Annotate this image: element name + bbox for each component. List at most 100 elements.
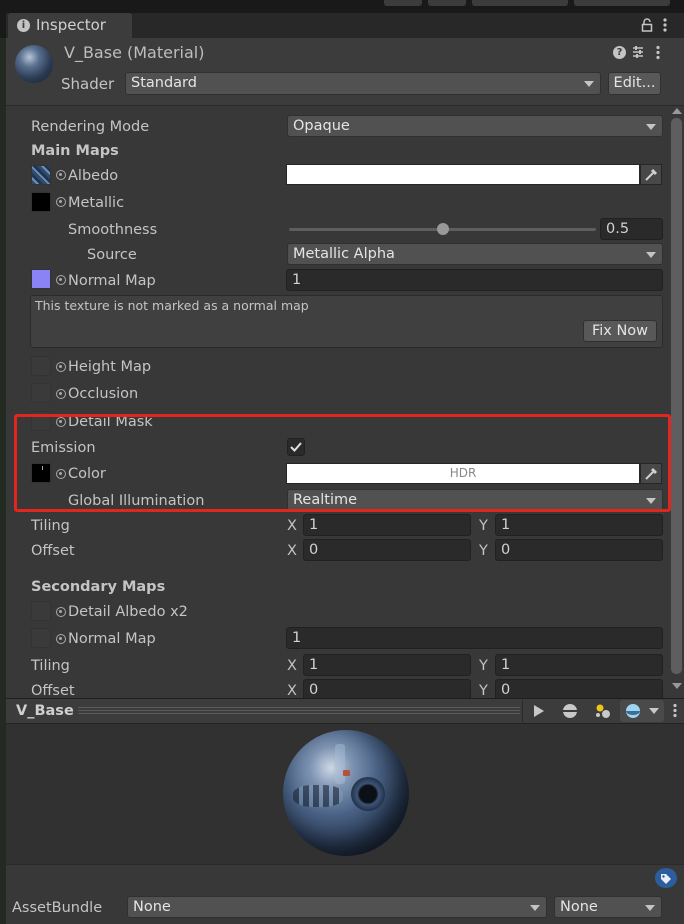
scroll-up-arrow[interactable] bbox=[672, 108, 682, 114]
chevron-down-icon bbox=[646, 124, 656, 130]
offset-label: Offset bbox=[31, 543, 75, 559]
secondary-tiling-label: Tiling bbox=[31, 658, 70, 674]
smoothness-value-field[interactable]: 0.5 bbox=[600, 218, 663, 240]
texture-picker-icon[interactable] bbox=[56, 389, 66, 399]
tiling-y-label: Y bbox=[479, 518, 488, 534]
chevron-down-icon bbox=[645, 905, 655, 911]
material-preview-sphere bbox=[283, 730, 409, 856]
secondary-offset-y-field[interactable]: 0 bbox=[495, 679, 663, 698]
fix-now-button[interactable]: Fix Now bbox=[583, 320, 657, 342]
albedo-texture-slot[interactable] bbox=[31, 165, 51, 185]
texture-picker-icon[interactable] bbox=[56, 607, 66, 617]
secondary-tiling-y-label: Y bbox=[479, 658, 488, 674]
secondary-offset-label: Offset bbox=[31, 683, 75, 698]
secondary-offset-y-label: Y bbox=[479, 683, 488, 698]
assetbundle-dropdown[interactable]: None bbox=[127, 896, 547, 918]
smoothness-slider-handle[interactable] bbox=[436, 223, 449, 235]
edit-shader-button[interactable]: Edit... bbox=[608, 72, 661, 95]
tab-inspector[interactable]: i Inspector bbox=[8, 13, 132, 38]
occlusion-texture-slot[interactable] bbox=[31, 383, 51, 403]
chevron-down-icon bbox=[646, 252, 656, 258]
preview-mesh-icon[interactable] bbox=[555, 700, 585, 722]
offset-x-field[interactable]: 0 bbox=[303, 539, 471, 561]
material-thumbnail bbox=[15, 45, 53, 83]
preview-lighting-icon[interactable] bbox=[588, 700, 618, 722]
texture-picker-icon[interactable] bbox=[56, 197, 66, 207]
metallic-texture-slot[interactable] bbox=[31, 192, 51, 212]
normal-map-warning-text: This texture is not marked as a normal m… bbox=[35, 298, 309, 313]
texture-picker-icon[interactable] bbox=[56, 634, 66, 644]
secondary-normal-label: Normal Map bbox=[68, 631, 156, 647]
assetbundle-value: None bbox=[133, 899, 171, 915]
preview-resize-handle[interactable] bbox=[78, 707, 520, 715]
material-name: V_Base (Material) bbox=[64, 43, 205, 62]
lock-icon[interactable] bbox=[641, 18, 653, 32]
texture-picker-icon[interactable] bbox=[56, 170, 66, 180]
assetbundle-variant-dropdown[interactable]: None bbox=[554, 896, 662, 918]
secondary-offset-row: Offset X 0 Y 0 bbox=[6, 676, 670, 698]
tab-menu-icon[interactable] bbox=[663, 17, 667, 33]
offset-x-label: X bbox=[287, 543, 297, 559]
normal-map-scale-field[interactable]: 1 bbox=[286, 269, 663, 291]
secondary-normal-texture-slot[interactable] bbox=[31, 628, 51, 648]
scrollbar-thumb[interactable] bbox=[671, 118, 682, 674]
texture-picker-icon[interactable] bbox=[56, 362, 66, 372]
top-strip-button[interactable] bbox=[428, 0, 466, 6]
shader-label: Shader bbox=[61, 75, 115, 93]
tiling-x-field[interactable]: 1 bbox=[303, 514, 471, 536]
source-dropdown[interactable]: Metallic Alpha bbox=[287, 243, 663, 265]
secondary-normal-scale-field[interactable]: 1 bbox=[286, 627, 663, 649]
preset-icon[interactable] bbox=[631, 45, 645, 59]
tiling-label: Tiling bbox=[31, 518, 70, 534]
normal-map-texture-slot[interactable] bbox=[31, 269, 51, 289]
secondary-tiling-x-label: X bbox=[287, 658, 297, 674]
main-maps-title: Main Maps bbox=[31, 143, 119, 159]
top-strip-button[interactable] bbox=[472, 0, 568, 6]
play-icon[interactable] bbox=[522, 700, 552, 722]
height-map-texture-slot[interactable] bbox=[31, 356, 51, 376]
texture-picker-icon[interactable] bbox=[56, 275, 66, 285]
assetbundle-variant-value: None bbox=[560, 899, 598, 915]
preview-background-dropdown[interactable] bbox=[620, 700, 664, 722]
top-strip-button[interactable] bbox=[574, 0, 670, 6]
offset-y-label: Y bbox=[479, 543, 488, 559]
chevron-down-icon bbox=[530, 905, 540, 911]
albedo-color-field[interactable] bbox=[286, 164, 640, 185]
rendering-mode-dropdown[interactable]: Opaque bbox=[287, 115, 663, 137]
assetbundle-label: AssetBundle bbox=[12, 900, 103, 916]
occlusion-label: Occlusion bbox=[68, 386, 139, 402]
header-menu-icon[interactable] bbox=[656, 45, 660, 60]
normal-map-label: Normal Map bbox=[68, 273, 156, 289]
shader-dropdown[interactable]: Standard bbox=[125, 72, 601, 95]
offset-y-field[interactable]: 0 bbox=[495, 539, 663, 561]
secondary-offset-x-label: X bbox=[287, 683, 297, 698]
secondary-maps-title: Secondary Maps bbox=[31, 579, 166, 595]
top-strip-button[interactable] bbox=[384, 0, 422, 6]
metallic-label: Metallic bbox=[68, 195, 125, 211]
secondary-tiling-y-field[interactable]: 1 bbox=[495, 654, 663, 676]
secondary-tiling-x-field[interactable]: 1 bbox=[303, 654, 471, 676]
sky-sphere-icon bbox=[626, 704, 640, 718]
label-tag-icon[interactable] bbox=[655, 868, 677, 888]
detail-albedo-label: Detail Albedo x2 bbox=[68, 604, 188, 620]
emission-highlight-box bbox=[14, 414, 671, 512]
tiling-x-label: X bbox=[287, 518, 297, 534]
detail-albedo-texture-slot[interactable] bbox=[31, 601, 51, 621]
rendering-mode-label: Rendering Mode bbox=[31, 119, 150, 135]
rendering-mode-value: Opaque bbox=[293, 118, 350, 134]
source-value: Metallic Alpha bbox=[293, 246, 395, 262]
preview-menu-icon[interactable] bbox=[673, 703, 677, 718]
help-icon[interactable]: ? bbox=[613, 46, 626, 59]
secondary-offset-x-field[interactable]: 0 bbox=[303, 679, 471, 698]
tiling-y-field[interactable]: 1 bbox=[495, 514, 663, 536]
preview-title: V_Base bbox=[16, 703, 74, 719]
chevron-down-icon bbox=[649, 708, 659, 714]
shader-value: Standard bbox=[131, 75, 197, 91]
albedo-eyedropper-icon[interactable] bbox=[640, 164, 662, 185]
height-map-label: Height Map bbox=[68, 359, 152, 375]
albedo-label: Albedo bbox=[68, 168, 119, 184]
chevron-down-icon bbox=[584, 81, 594, 87]
smoothness-label: Smoothness bbox=[68, 222, 158, 238]
scroll-down-arrow[interactable] bbox=[672, 683, 682, 689]
info-icon: i bbox=[17, 19, 30, 32]
